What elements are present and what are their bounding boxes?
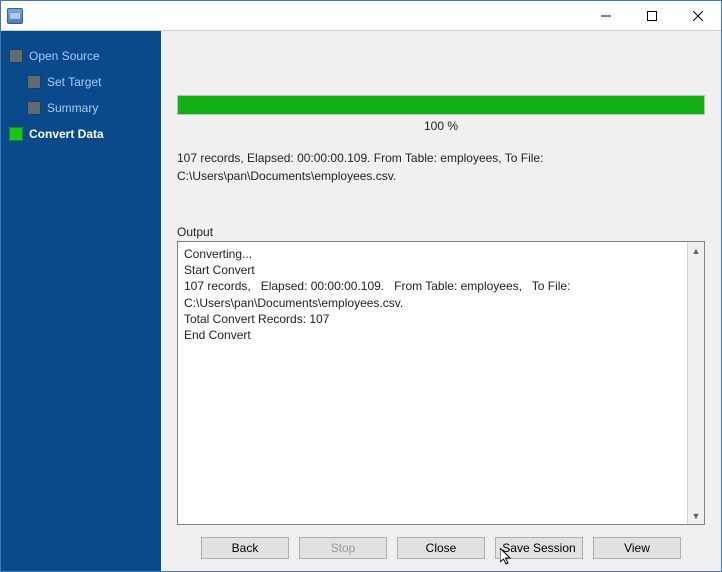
close-button[interactable]: Close (397, 537, 485, 559)
progress-section: 100 % (177, 95, 705, 133)
stop-button: Stop (299, 537, 387, 559)
output-text[interactable]: Converting... Start Convert 107 records,… (178, 242, 687, 524)
close-window-button[interactable] (675, 1, 721, 30)
step-set-target[interactable]: Set Target (1, 69, 161, 95)
step-open-source[interactable]: Open Source (1, 43, 161, 69)
view-button[interactable]: View (593, 537, 681, 559)
body: Open Source Set Target Summary Convert D… (1, 31, 721, 571)
content-pane: 100 % 107 records, Elapsed: 00:00:00.109… (161, 31, 721, 571)
step-box-icon (27, 101, 41, 115)
progress-fill (178, 96, 704, 114)
output-scrollbar[interactable]: ▲ ▼ (687, 242, 704, 524)
output-box: Converting... Start Convert 107 records,… (177, 241, 705, 525)
step-box-icon (9, 49, 23, 63)
scroll-up-icon[interactable]: ▲ (688, 242, 704, 259)
conversion-summary-text: 107 records, Elapsed: 00:00:00.109. From… (177, 149, 705, 185)
minimize-button[interactable] (583, 1, 629, 30)
wizard-sidebar: Open Source Set Target Summary Convert D… (1, 31, 161, 571)
output-label: Output (177, 225, 705, 239)
step-label: Set Target (47, 75, 101, 89)
window-controls (583, 1, 721, 30)
scroll-down-icon[interactable]: ▼ (688, 507, 704, 524)
step-convert-data[interactable]: Convert Data (1, 121, 161, 147)
step-label: Convert Data (29, 127, 104, 141)
step-summary[interactable]: Summary (1, 95, 161, 121)
step-label: Open Source (29, 49, 100, 63)
step-label: Summary (47, 101, 98, 115)
save-session-button[interactable]: Save Session (495, 537, 583, 559)
step-box-icon (9, 127, 23, 141)
progress-bar (177, 95, 705, 115)
app-icon (7, 8, 23, 24)
app-window: Open Source Set Target Summary Convert D… (0, 0, 722, 572)
titlebar (1, 1, 721, 31)
button-row: Back Stop Close Save Session View (177, 525, 705, 559)
back-button[interactable]: Back (201, 537, 289, 559)
step-box-icon (27, 75, 41, 89)
progress-label: 100 % (177, 119, 705, 133)
maximize-button[interactable] (629, 1, 675, 30)
